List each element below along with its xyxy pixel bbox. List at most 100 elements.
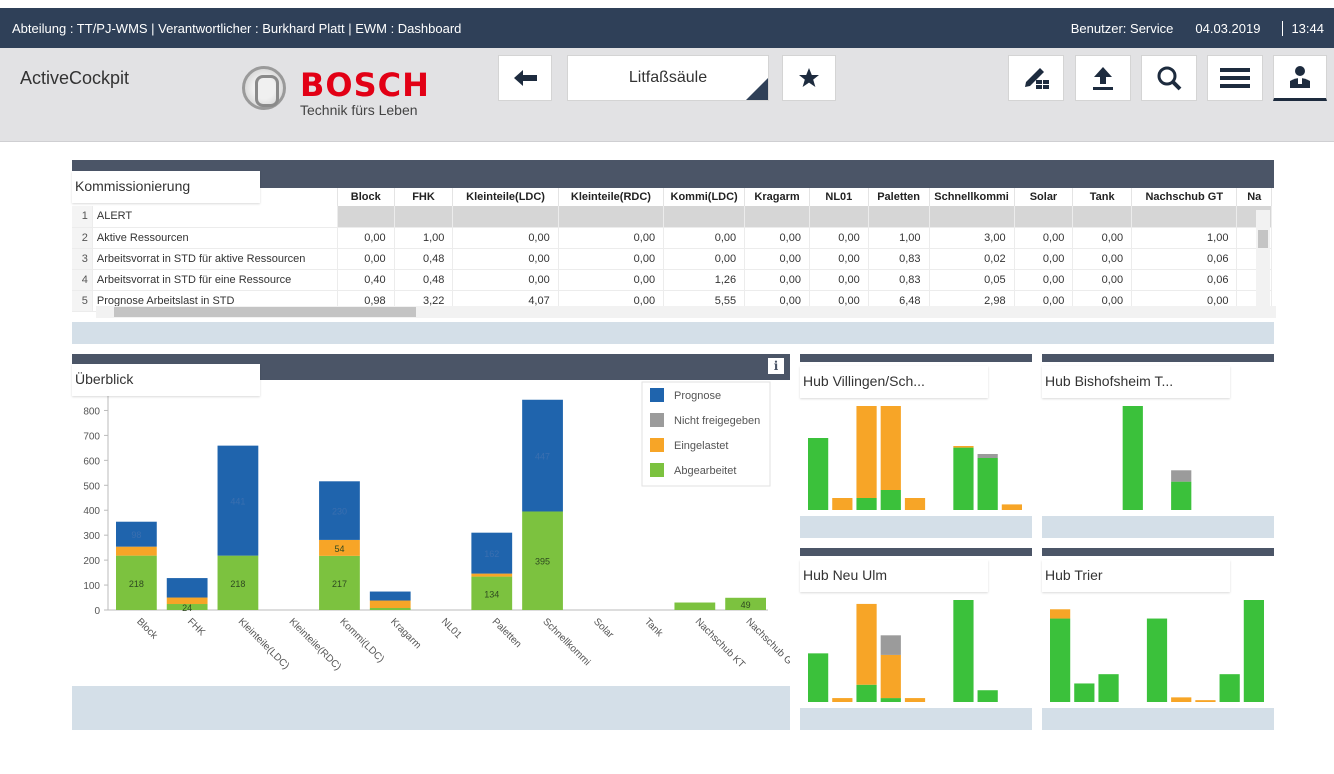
y-tick-label: 0	[94, 606, 100, 617]
hub-bar-green	[880, 490, 901, 510]
table-cell	[558, 206, 665, 228]
row-number: 4	[72, 269, 93, 291]
legend-swatch	[650, 438, 664, 452]
x-tick-label: Block	[134, 616, 160, 642]
edit-grid-icon	[1025, 68, 1049, 89]
table-cell: 1,26	[663, 269, 746, 291]
column-header[interactable]: Block	[337, 188, 395, 206]
upload-button[interactable]	[1075, 55, 1131, 101]
column-header[interactable]: Kommi(LDC)	[663, 188, 746, 206]
table-cell: 0,00	[744, 227, 810, 249]
info-icon[interactable]: i	[768, 358, 784, 374]
legend-label: Eingelastet	[674, 440, 728, 452]
panel-footer	[800, 516, 1032, 538]
table-cell: 0,00	[809, 248, 869, 270]
table-cell: 0,00	[452, 227, 559, 249]
table-cell: 0,05	[929, 269, 1015, 291]
data-label: 218	[129, 579, 144, 589]
legend-swatch	[650, 388, 664, 402]
bar-eingelastet	[369, 600, 411, 609]
table-cell: 0,00	[744, 269, 810, 291]
table-cell: 0,00	[1014, 269, 1074, 291]
panel-title: Kommissionierung	[72, 171, 260, 203]
column-header[interactable]: Solar	[1014, 188, 1074, 206]
y-tick-label: 400	[83, 506, 100, 517]
table-cell	[1014, 206, 1074, 228]
hub-title: Hub Bishofsheim T...	[1042, 366, 1230, 398]
column-header[interactable]: Nachschub GT	[1131, 188, 1238, 206]
data-label: 447	[535, 452, 550, 462]
row-number: 1	[72, 206, 93, 228]
column-header[interactable]: Kragarm	[744, 188, 810, 206]
column-header[interactable]: NL01	[809, 188, 869, 206]
hub-title: Hub Villingen/Sch...	[800, 366, 988, 398]
table-row[interactable]: 3 Arbeitsvorrat in STD für aktive Ressour…	[72, 248, 1272, 270]
table-cell: 0,00	[744, 248, 810, 270]
panel-title: Überblick	[72, 364, 260, 396]
edit-layout-button[interactable]	[1008, 55, 1064, 101]
menu-button[interactable]	[1207, 55, 1263, 101]
app-header: ActiveCockpit BOSCH Technik fürs Leben L…	[0, 48, 1334, 142]
hub-bar-orange	[953, 446, 974, 448]
y-tick-label: 200	[83, 556, 100, 567]
current-time: 13:44	[1282, 20, 1324, 36]
table-cell: 0,00	[337, 248, 395, 270]
table-cell: 3,00	[929, 227, 1015, 249]
user-button[interactable]	[1273, 55, 1327, 101]
row-label: Arbeitsvorrat in STD für aktive Ressourc…	[92, 248, 338, 270]
table-cell: 0,00	[337, 227, 395, 249]
panel-footer	[1042, 516, 1274, 538]
table-cell: 0,00	[1014, 227, 1074, 249]
y-tick-label: 700	[83, 431, 100, 442]
back-button[interactable]	[498, 55, 552, 101]
view-selector[interactable]: Litfaßsäule	[567, 55, 769, 101]
data-label: 24	[182, 603, 192, 613]
hub-bar-orange	[904, 698, 926, 702]
hub-bar-green	[1146, 618, 1168, 702]
table-cell: 0,83	[868, 248, 930, 270]
hub-panel-trier: Hub Trier	[1042, 548, 1274, 730]
column-header[interactable]: FHK	[394, 188, 454, 206]
column-header[interactable]: Schnellkommi	[929, 188, 1015, 206]
horizontal-scrollbar[interactable]	[96, 306, 1276, 318]
hub-bar-orange	[856, 603, 877, 685]
hub-bar-green	[1074, 683, 1095, 702]
column-header[interactable]: Paletten	[868, 188, 930, 206]
hub-bar-green	[1171, 481, 1192, 510]
table-row[interactable]: 4 Arbeitsvorrat in STD für eine Ressource…	[72, 269, 1272, 291]
bar-abgearbeitet	[369, 608, 411, 610]
bar-prognose	[369, 591, 411, 601]
column-header[interactable]: Kleinteile(LDC)	[452, 188, 559, 206]
search-button[interactable]	[1141, 55, 1197, 101]
table-row[interactable]: 2 Aktive Ressourcen 0,00 1,00 0,00 0,00 0,00 0,…	[72, 227, 1272, 249]
table-cell	[929, 206, 1015, 228]
data-label: 49	[741, 600, 751, 610]
legend-label: Nicht freigegeben	[674, 415, 760, 427]
x-tick-label: Schnellkommi	[540, 616, 592, 668]
favorite-button[interactable]	[782, 55, 836, 101]
hub-title: Hub Neu Ulm	[800, 560, 988, 592]
x-tick-label: FHK	[185, 616, 207, 638]
table-cell: 1,00	[868, 227, 930, 249]
column-header[interactable]: Na	[1236, 188, 1272, 206]
search-icon	[1157, 66, 1182, 91]
hub-bar-green	[1098, 674, 1119, 702]
hub-bar-green	[1219, 674, 1240, 702]
hub-bar-orange	[856, 406, 877, 498]
y-tick-label: 100	[83, 581, 100, 592]
x-tick-label: Nachschub KT	[693, 616, 747, 670]
hub-panel-villingen: Hub Villingen/Sch...	[800, 354, 1032, 538]
table-cell: 0,00	[1072, 248, 1133, 270]
column-header[interactable]: Tank	[1072, 188, 1133, 206]
panel-footer	[1042, 708, 1274, 730]
table-cell: 0,83	[868, 269, 930, 291]
data-label: 162	[484, 549, 499, 559]
vertical-scrollbar[interactable]	[1256, 210, 1270, 308]
legend-label: Prognose	[674, 390, 721, 402]
hub-bar-gray	[1171, 470, 1192, 482]
column-header[interactable]: Kleinteile(RDC)	[558, 188, 665, 206]
hub-bar-green	[856, 684, 877, 702]
chart-legend: Prognose Nicht freigegeben Eingelastet Abge…	[641, 381, 771, 487]
table-cell: 0,48	[394, 269, 454, 291]
table-row[interactable]: 1 ALERT	[72, 206, 1272, 228]
